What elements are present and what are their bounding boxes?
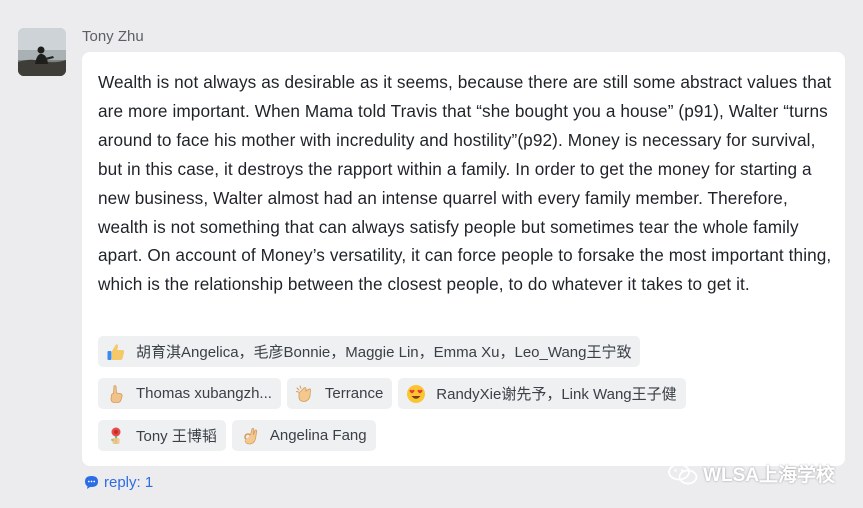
reaction-flower[interactable]: Tony 王博韬 [98, 420, 226, 451]
pointing-hand-icon [106, 384, 126, 404]
reply-label: reply: 1 [104, 474, 154, 491]
reaction-users: RandyXie谢先予，Link Wang王子健 [436, 386, 677, 403]
reaction-users: Angelina Fang [269, 427, 367, 444]
username[interactable]: Tony Zhu [82, 28, 144, 45]
avatar[interactable] [18, 28, 66, 76]
reaction-users: Tony 王博韬 [136, 428, 217, 445]
watermark: WLSA上海学校 [667, 460, 835, 487]
ok-hand-icon [240, 426, 260, 446]
flower-icon [106, 426, 126, 446]
watermark-text: WLSA上海学校 [703, 465, 835, 486]
reaction-users: 胡育淇Angelica，毛彦Bonnie，Maggie Lin，Emma Xu，… [136, 344, 632, 361]
reaction-row: 胡育淇Angelica，毛彦Bonnie，Maggie Lin，Emma Xu，… [98, 336, 692, 378]
reaction-pointing-hand[interactable]: Thomas xubangzh... [98, 378, 281, 409]
clapping-hands-icon [295, 384, 315, 404]
reaction-heart-eyes[interactable]: RandyXie谢先予，Link Wang王子健 [398, 378, 686, 409]
message-card: Wealth is not always as desirable as it … [82, 52, 845, 466]
reply-link[interactable]: reply: 1 [84, 474, 153, 491]
reaction-ok-hand[interactable]: Angelina Fang [231, 420, 376, 451]
heart-eyes-icon [406, 384, 426, 404]
reaction-users: Terrance [324, 385, 384, 402]
reaction-row: Tony 王博韬 Angelina Fang [98, 420, 692, 462]
thumbs-up-icon [106, 342, 126, 362]
wechat-icon [667, 463, 699, 485]
reaction-thumbs-up[interactable]: 胡育淇Angelica，毛彦Bonnie，Maggie Lin，Emma Xu，… [98, 336, 641, 367]
reactions: 胡育淇Angelica，毛彦Bonnie，Maggie Lin，Emma Xu，… [98, 336, 692, 462]
message-text: Wealth is not always as desirable as it … [98, 72, 832, 295]
reaction-clapping-hands[interactable]: Terrance [286, 378, 393, 409]
reaction-users: Thomas xubangzh... [136, 385, 272, 402]
reaction-row: Thomas xubangzh... Terrance RandyXie谢先予，… [98, 378, 692, 420]
chat-bubble-icon [84, 475, 99, 490]
